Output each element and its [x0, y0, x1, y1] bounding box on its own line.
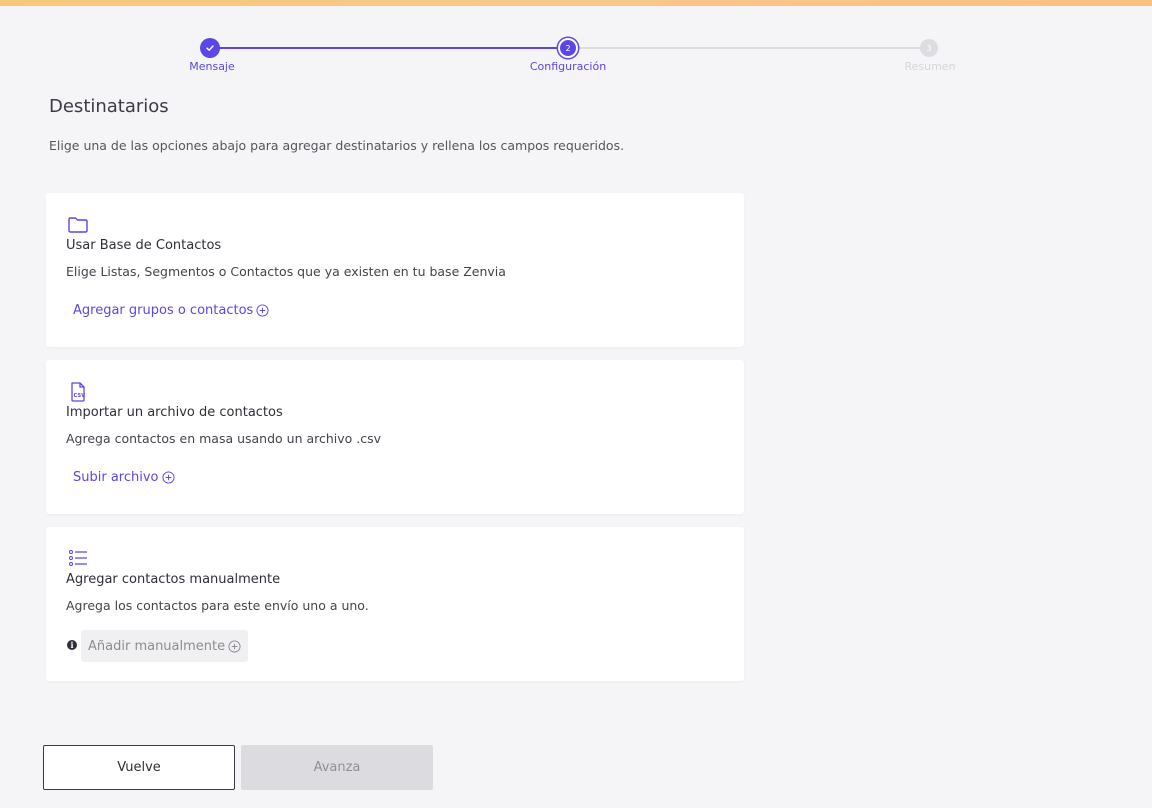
- card-title: Importar un archivo de contactos: [66, 405, 283, 420]
- check-icon: [206, 45, 214, 51]
- stepper-line-completed: [219, 47, 560, 49]
- step-label-mensaje[interactable]: Mensaje: [189, 60, 235, 73]
- add-groups-or-contacts-link[interactable]: Agregar grupos o contactos: [73, 303, 269, 318]
- plus-circle-icon: [161, 471, 175, 484]
- action-label: Subir archivo: [73, 470, 159, 485]
- add-manually-button[interactable]: Añadir manualmente: [81, 630, 249, 662]
- upload-file-link[interactable]: Subir archivo: [73, 470, 175, 485]
- page-title: Destinatarios: [49, 96, 169, 117]
- progress-stepper: 2 3 Mensaje Configuración Resumen: [0, 36, 1152, 76]
- folder-icon: [66, 213, 90, 237]
- card-description: Elige Listas, Segmentos o Contactos que …: [66, 264, 506, 279]
- card-description: Agrega los contactos para este envío uno…: [66, 598, 369, 613]
- csv-file-icon: CSV: [66, 380, 90, 404]
- step-resumen-marker: 3: [920, 39, 938, 57]
- step-configuracion-marker[interactable]: 2: [558, 38, 578, 58]
- action-label: Agregar grupos o contactos: [73, 303, 254, 318]
- plus-circle-icon: [228, 639, 241, 653]
- import-file-card: CSV Importar un archivo de contactos Agr…: [46, 360, 744, 514]
- svg-text:CSV: CSV: [74, 393, 86, 399]
- back-button[interactable]: Vuelve: [43, 745, 235, 790]
- info-icon[interactable]: i: [67, 640, 77, 650]
- list-icon: [66, 547, 90, 571]
- stepper-line-pending: [577, 47, 920, 49]
- card-title: Usar Base de Contactos: [66, 238, 222, 253]
- manual-contacts-card: Agregar contactos manualmente Agrega los…: [46, 527, 744, 681]
- card-title: Agregar contactos manualmente: [66, 572, 281, 587]
- next-button[interactable]: Avanza: [241, 745, 433, 790]
- plus-circle-icon: [256, 304, 269, 317]
- step-mensaje-check-icon[interactable]: [200, 38, 220, 58]
- action-label: Añadir manualmente: [88, 638, 226, 654]
- contact-base-card: Usar Base de Contactos Elige Listas, Seg…: [46, 193, 744, 347]
- top-accent-bar: [0, 0, 1152, 6]
- page-subtitle: Elige una de las opciones abajo para agr…: [49, 138, 625, 153]
- card-description: Agrega contactos en masa usando un archi…: [66, 431, 382, 446]
- step-label-configuracion: Configuración: [529, 60, 607, 73]
- step-label-resumen: Resumen: [904, 60, 956, 73]
